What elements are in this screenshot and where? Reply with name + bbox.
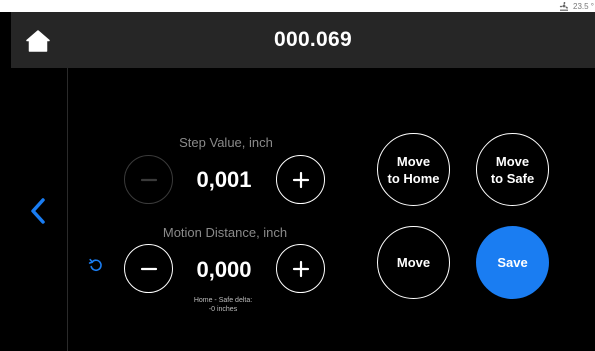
back-button[interactable]: [27, 196, 51, 226]
status-strip: 23.5 °: [0, 0, 595, 12]
minus-icon: [140, 267, 157, 270]
move-to-home-line2: to Home: [387, 170, 440, 186]
move-to-home-button[interactable]: Move to Home: [377, 133, 450, 206]
fan-icon: [559, 1, 568, 11]
step-value-label: Step Value, inch: [179, 135, 273, 150]
plus-icon: [292, 171, 309, 188]
delta-note: Home - Safe delta: -0 inches: [163, 296, 283, 314]
minus-icon: [140, 178, 157, 181]
step-increase-button[interactable]: [276, 155, 325, 204]
step-decrease-button[interactable]: [124, 155, 173, 204]
save-button[interactable]: Save: [476, 226, 549, 299]
delta-note-line2: -0 inches: [208, 306, 238, 313]
move-to-home-line1: Move: [396, 153, 431, 169]
motion-distance-value: 0,000: [196, 257, 252, 282]
left-nav-panel: [11, 68, 68, 351]
move-to-safe-line2: to Safe: [490, 170, 535, 186]
screen: 23.5 ° 000.069 Step Value, inch 0,001 Mo…: [0, 0, 595, 351]
plus-icon: [292, 260, 309, 277]
motion-distance-label: Motion Distance, inch: [162, 225, 288, 240]
temperature-readout: 23.5 °: [573, 1, 594, 11]
header-bar: 000.069: [11, 12, 595, 68]
move-to-safe-button[interactable]: Move to Safe: [476, 133, 549, 206]
position-readout: 000.069: [273, 28, 352, 51]
status-indicator: 23.5 °: [558, 0, 595, 12]
chevron-left-icon: [31, 198, 45, 224]
reset-icon: [88, 258, 102, 272]
move-button[interactable]: Move: [377, 226, 450, 299]
motion-increase-button[interactable]: [276, 244, 325, 293]
reset-button[interactable]: [88, 257, 104, 273]
delta-note-line1: Home - Safe delta:: [193, 297, 253, 304]
step-value: 0,001: [196, 167, 252, 192]
move-button-label: Move: [396, 255, 431, 270]
motion-decrease-button[interactable]: [124, 244, 173, 293]
move-to-safe-line1: Move: [495, 153, 530, 169]
save-button-label: Save: [497, 255, 528, 270]
